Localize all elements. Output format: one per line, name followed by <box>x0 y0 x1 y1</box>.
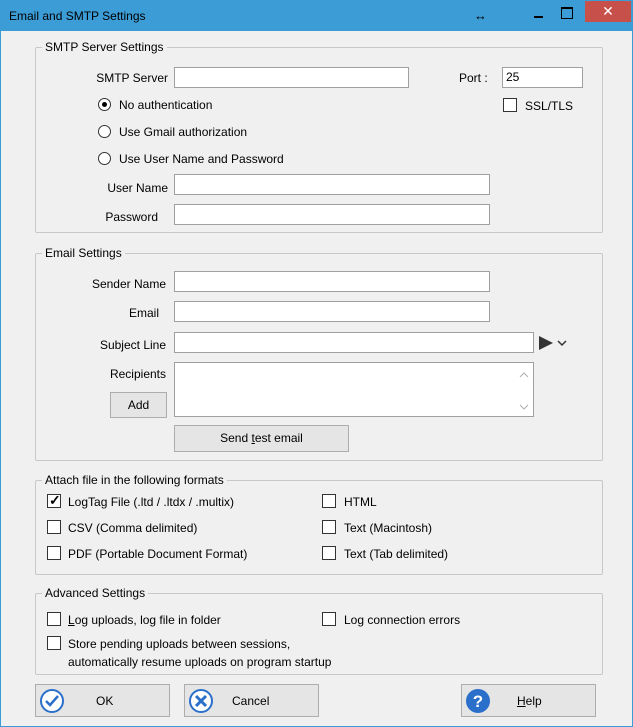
help-button[interactable]: ? Help <box>461 684 596 717</box>
email-smtp-settings-dialog: Email and SMTP Settings ↔ ✕ SMTP Server … <box>0 0 633 727</box>
port-label: Port : <box>459 71 488 85</box>
subject-line-label: Subject Line <box>99 338 166 352</box>
password-label: Password <box>105 210 158 224</box>
username-input[interactable] <box>174 174 490 195</box>
log-uploads-underlined: L <box>68 613 75 627</box>
minimize-button[interactable] <box>526 3 550 25</box>
html-label: HTML <box>344 495 377 509</box>
sender-name-label: Sender Name <box>91 277 166 291</box>
svg-text:?: ? <box>473 692 483 711</box>
help-label: Help <box>517 694 542 708</box>
username-password-label: Use User Name and Password <box>119 152 284 166</box>
email-input[interactable] <box>174 301 490 322</box>
add-recipient-button[interactable]: Add <box>110 392 167 418</box>
email-legend: Email Settings <box>42 246 125 260</box>
subject-line-input[interactable] <box>174 332 534 353</box>
checkmark-circle-icon <box>40 689 64 713</box>
text-macintosh-label: Text (Macintosh) <box>344 521 433 535</box>
csv-checkbox[interactable] <box>47 520 61 534</box>
text-tab-delimited-checkbox[interactable] <box>322 546 336 560</box>
log-uploads-rest: og uploads, log file in folder <box>74 613 221 627</box>
attach-legend: Attach file in the following formats <box>42 473 227 487</box>
port-input[interactable]: 25 <box>502 67 583 88</box>
logtag-file-label: LogTag File (.ltd / .ltdx / .multix) <box>68 495 235 509</box>
cancel-x-circle-icon <box>189 689 213 713</box>
ok-button[interactable]: OK <box>35 684 170 717</box>
ok-label: OK <box>96 694 114 708</box>
smtp-server-input[interactable] <box>174 67 409 88</box>
email-label: Email <box>128 306 159 320</box>
send-test-prefix: Send <box>220 431 252 445</box>
play-dropdown-icon <box>539 336 567 350</box>
no-authentication-label: No authentication <box>119 98 213 112</box>
store-pending-checkbox[interactable] <box>47 636 61 650</box>
gmail-authorization-label: Use Gmail authorization <box>119 125 248 139</box>
pdf-label: PDF (Portable Document Format) <box>68 547 248 561</box>
store-pending-line1: Store pending uploads between sessions, <box>68 637 291 651</box>
recipients-label: Recipients <box>109 367 166 381</box>
pdf-checkbox[interactable] <box>47 546 61 560</box>
log-connection-errors-checkbox[interactable] <box>322 612 336 626</box>
ssl-tls-checkbox[interactable] <box>503 98 517 112</box>
help-underlined: H <box>517 694 526 708</box>
subject-insert-dropdown[interactable] <box>536 334 584 352</box>
maximize-button[interactable] <box>561 7 573 19</box>
advanced-legend: Advanced Settings <box>42 586 149 600</box>
add-label: Add <box>127 398 150 412</box>
text-macintosh-checkbox[interactable] <box>322 520 336 534</box>
recipients-textarea[interactable] <box>174 362 534 417</box>
username-label: User Name <box>107 181 168 195</box>
log-uploads-label: Log uploads, log file in folder <box>68 613 221 627</box>
gmail-authorization-radio[interactable] <box>98 125 111 138</box>
send-test-email-button[interactable]: Send test email <box>174 425 349 452</box>
text-tab-delimited-label: Text (Tab delimited) <box>344 547 449 561</box>
log-connection-errors-label: Log connection errors <box>344 613 461 627</box>
csv-label: CSV (Comma delimited) <box>68 521 198 535</box>
smtp-server-label: SMTP Server <box>96 71 168 85</box>
close-button[interactable]: ✕ <box>585 1 631 22</box>
title-bar[interactable]: Email and SMTP Settings ↔ ✕ <box>1 1 632 31</box>
logtag-file-checkbox[interactable] <box>47 492 61 509</box>
window-title: Email and SMTP Settings <box>9 9 146 23</box>
store-pending-line2: automatically resume uploads on program … <box>68 655 332 669</box>
help-question-icon: ? <box>466 689 490 713</box>
sender-name-input[interactable] <box>174 271 490 292</box>
log-uploads-checkbox[interactable] <box>47 612 61 626</box>
username-password-radio[interactable] <box>98 152 111 165</box>
cancel-button[interactable]: Cancel <box>184 684 319 717</box>
help-rest: elp <box>525 694 542 708</box>
cancel-label: Cancel <box>232 694 270 708</box>
textarea-scroll-icon[interactable] <box>519 371 529 411</box>
resize-arrows-icon[interactable]: ↔ <box>474 8 487 23</box>
html-checkbox[interactable] <box>322 494 336 508</box>
smtp-legend: SMTP Server Settings <box>42 40 167 54</box>
password-input[interactable] <box>174 204 490 225</box>
ssl-tls-label: SSL/TLS <box>525 99 574 113</box>
send-test-suffix: est email <box>254 431 303 445</box>
no-authentication-radio[interactable] <box>98 98 111 111</box>
